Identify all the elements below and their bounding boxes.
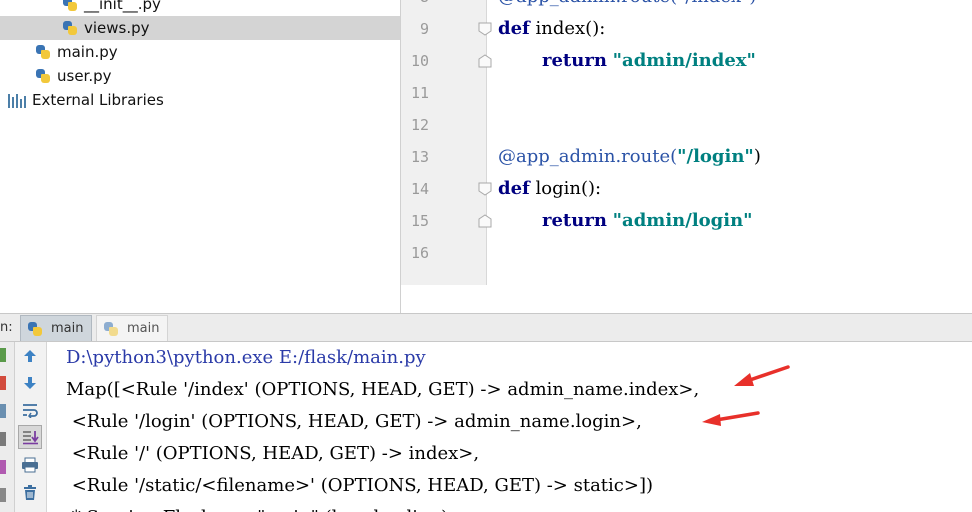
code-line: return "admin/login": [542, 210, 753, 231]
trash-icon[interactable]: [18, 481, 42, 505]
scroll-to-end-icon[interactable]: [18, 425, 42, 449]
line-number: 14: [410, 180, 429, 198]
python-file-icon: [103, 321, 119, 337]
annotation-arrow: [734, 365, 790, 386]
console-line: * Serving Flask app "main" (lazy loading…: [66, 502, 448, 512]
console-line: D:\python3\python.exe E:/flask/main.py: [66, 347, 426, 368]
console-line: <Rule '/' (OPTIONS, HEAD, GET) -> index>…: [66, 443, 480, 464]
code-line: return "admin/index": [542, 50, 756, 71]
editor-bottom-area: [401, 285, 972, 313]
annotation-arrow: [702, 411, 760, 426]
fold-end-icon[interactable]: [478, 214, 492, 228]
rerun-icon[interactable]: [0, 348, 6, 362]
python-file-icon: [35, 44, 51, 60]
debug-icon[interactable]: [0, 460, 6, 474]
line-number: 9: [419, 20, 429, 38]
line-number: 12: [410, 116, 429, 134]
python-file-icon: [62, 0, 78, 12]
fold-start-icon[interactable]: [478, 22, 492, 36]
restore-layout-icon[interactable]: [0, 404, 6, 418]
tree-item-label: main.py: [57, 43, 118, 61]
code-line: @app_admin.route("/index"): [498, 0, 756, 13]
code-editor[interactable]: 8 9 10 11 12 13 14 15 16 @app_admin.rout…: [401, 0, 972, 313]
tree-item-init-py[interactable]: __init__.py: [62, 0, 161, 16]
line-number: 11: [410, 84, 429, 102]
code-line: def index():: [498, 18, 606, 39]
code-line: def login():: [498, 178, 602, 199]
fold-start-icon[interactable]: [478, 182, 492, 196]
line-number: 15: [410, 212, 429, 230]
tree-item-external-libraries[interactable]: External Libraries: [8, 88, 164, 112]
stop-icon[interactable]: [0, 376, 6, 390]
console-toolbar: [15, 342, 47, 512]
soft-wrap-icon[interactable]: [18, 398, 42, 422]
print-icon[interactable]: [18, 453, 42, 477]
tree-item-label: user.py: [57, 67, 112, 85]
line-number: 16: [410, 244, 429, 262]
line-number: 13: [410, 148, 429, 166]
line-number: 8: [401, 0, 429, 13]
console-line: <Rule '/login' (OPTIONS, HEAD, GET) -> a…: [66, 411, 642, 432]
close-icon[interactable]: [0, 488, 6, 502]
python-file-icon: [27, 321, 43, 337]
run-side-strip: [0, 342, 15, 512]
run-tab-bar: n: main main: [0, 314, 972, 342]
console-line: Map([<Rule '/index' (OPTIONS, HEAD, GET)…: [66, 379, 700, 400]
console-line: <Rule '/static/<filename>' (OPTIONS, HEA…: [66, 475, 653, 496]
console-output[interactable]: D:\python3\python.exe E:/flask/main.py M…: [47, 342, 972, 512]
tree-item-views-py[interactable]: views.py: [0, 16, 400, 40]
tree-item-label: External Libraries: [32, 91, 164, 109]
tab-label: main: [51, 320, 84, 336]
tab-label: main: [127, 320, 160, 336]
run-label: n:: [0, 320, 13, 335]
tree-item-label: views.py: [84, 19, 150, 37]
python-file-icon: [62, 20, 78, 36]
tab-main[interactable]: main: [96, 315, 168, 341]
up-arrow-icon[interactable]: [18, 344, 42, 368]
project-tree: __init__.py views.py main.py user.py Ext…: [0, 0, 401, 313]
python-file-icon: [35, 68, 51, 84]
pin-icon[interactable]: [0, 432, 6, 446]
down-arrow-icon[interactable]: [18, 371, 42, 395]
fold-end-icon[interactable]: [478, 54, 492, 68]
tree-item-main-py[interactable]: main.py: [35, 40, 118, 64]
tab-main-active[interactable]: main: [20, 315, 92, 341]
library-icon: [8, 92, 26, 108]
tree-item-user-py[interactable]: user.py: [35, 64, 112, 88]
gutter-divider: [486, 0, 487, 285]
code-line: @app_admin.route("/login"): [498, 146, 761, 167]
tree-item-label: __init__.py: [84, 0, 161, 13]
line-number: 10: [410, 52, 429, 70]
